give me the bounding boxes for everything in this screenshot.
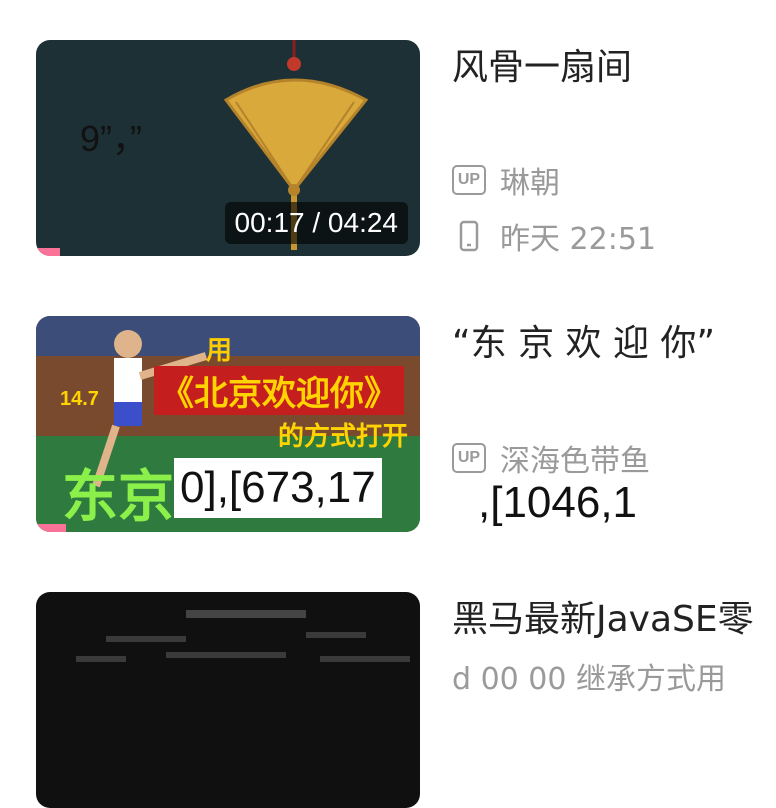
thumbnail-caption-top: 用 xyxy=(206,335,233,365)
uploader-name: 琳朝 xyxy=(500,166,560,201)
watch-time-row: 昨天 22:51 xyxy=(452,214,656,258)
video-title[interactable]: 风骨一扇间 xyxy=(452,40,632,96)
uploader-row[interactable]: UP 琳朝 xyxy=(452,158,560,202)
thumbnail-overlay-text: 0],[673,17 xyxy=(174,458,382,518)
duration-label: 00:17 / 04:24 xyxy=(224,202,408,244)
uploader-name: 深海色带鱼 xyxy=(500,444,650,479)
video-item[interactable]: 用 《北京欢迎你》 的方式打开 14.7 东京 0],[673,17 “东 京 … xyxy=(0,306,776,546)
up-icon: UP xyxy=(452,165,486,195)
meta-overlay-text: ,[1046,1 xyxy=(478,478,638,527)
video-thumbnail[interactable] xyxy=(36,592,420,808)
video-title[interactable]: 黑马最新JavaSE零 xyxy=(452,592,754,648)
thumbnail-caption-main: 《北京欢迎你》 xyxy=(154,366,404,415)
video-subtitle-partial: d 00 00 继承方式用 xyxy=(452,662,726,697)
watch-time: 昨天 22:51 xyxy=(500,222,656,257)
video-item[interactable]: 黑马最新JavaSE零 d 00 00 继承方式用 xyxy=(0,582,776,808)
phone-icon xyxy=(459,220,479,252)
watch-progress-bar xyxy=(36,524,66,532)
thumbnail-overlay-text: 9”，” xyxy=(80,118,142,159)
up-icon: UP xyxy=(452,443,486,473)
uploader-row[interactable]: UP 深海色带鱼 xyxy=(452,436,650,480)
thumbnail-score: 14.7 xyxy=(60,388,99,410)
slide-preview-image xyxy=(76,610,410,662)
video-thumbnail[interactable]: 9”，” 00:17 / 04:24 xyxy=(36,40,420,256)
video-title[interactable]: “东 京 欢 迎 你” xyxy=(452,316,715,372)
thumbnail-caption-sub: 的方式打开 xyxy=(278,421,409,451)
thumbnail-caption-big: 东京 xyxy=(62,465,174,528)
watch-progress-bar xyxy=(36,248,60,256)
video-item[interactable]: 9”，” 00:17 / 04:24 风骨一扇间 UP 琳朝 昨天 22:51 xyxy=(0,30,776,270)
video-thumbnail[interactable]: 用 《北京欢迎你》 的方式打开 14.7 东京 0],[673,17 xyxy=(36,316,420,532)
